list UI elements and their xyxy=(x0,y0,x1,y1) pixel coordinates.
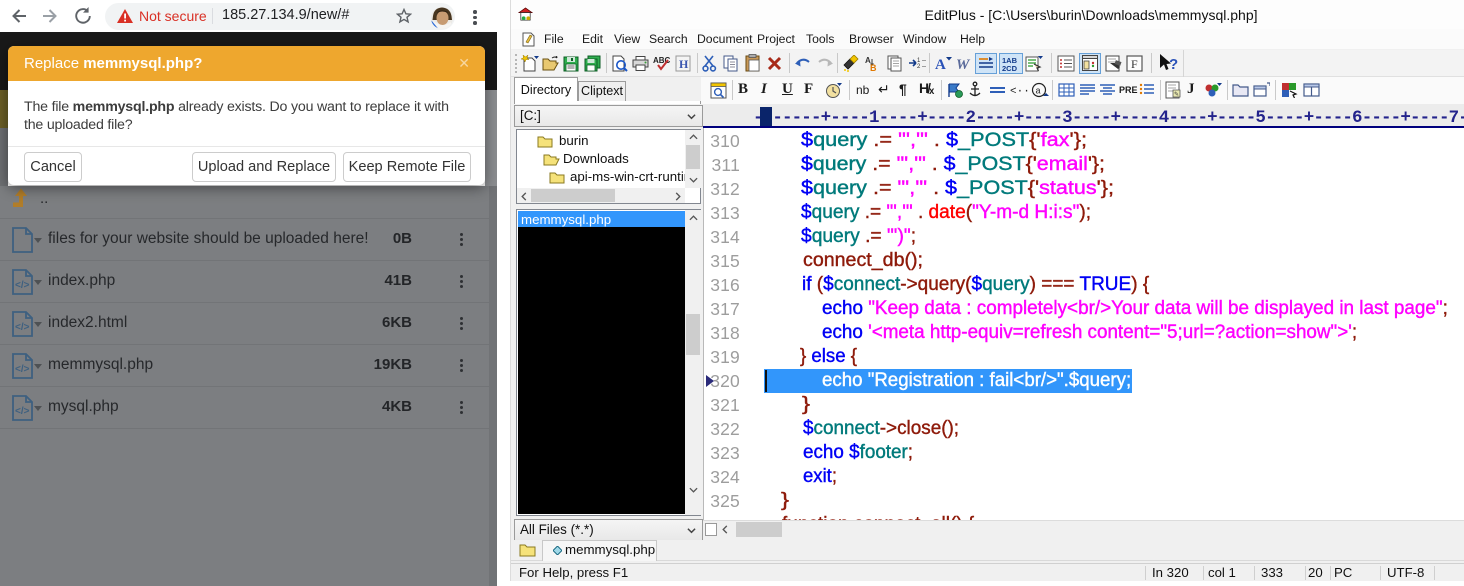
svg-text:A: A xyxy=(935,57,946,72)
svg-text:</>: </> xyxy=(15,364,30,375)
svg-text:F: F xyxy=(1131,57,1138,71)
svg-text:</>: </> xyxy=(15,280,30,291)
svg-text:H: H xyxy=(679,57,689,71)
svg-text:</>: </> xyxy=(15,322,30,333)
svg-text:2 —: 2 — xyxy=(917,64,926,70)
svg-text:</>: </> xyxy=(15,406,30,417)
svg-text:a: a xyxy=(1036,86,1041,96)
svg-text:B: B xyxy=(870,63,877,72)
svg-text:<··: <·· xyxy=(1010,86,1028,98)
svg-text:✎: ✎ xyxy=(1174,91,1179,98)
svg-text:2CD: 2CD xyxy=(1002,64,1018,72)
svg-text:?: ? xyxy=(1169,56,1178,73)
svg-text:W: W xyxy=(956,57,971,72)
